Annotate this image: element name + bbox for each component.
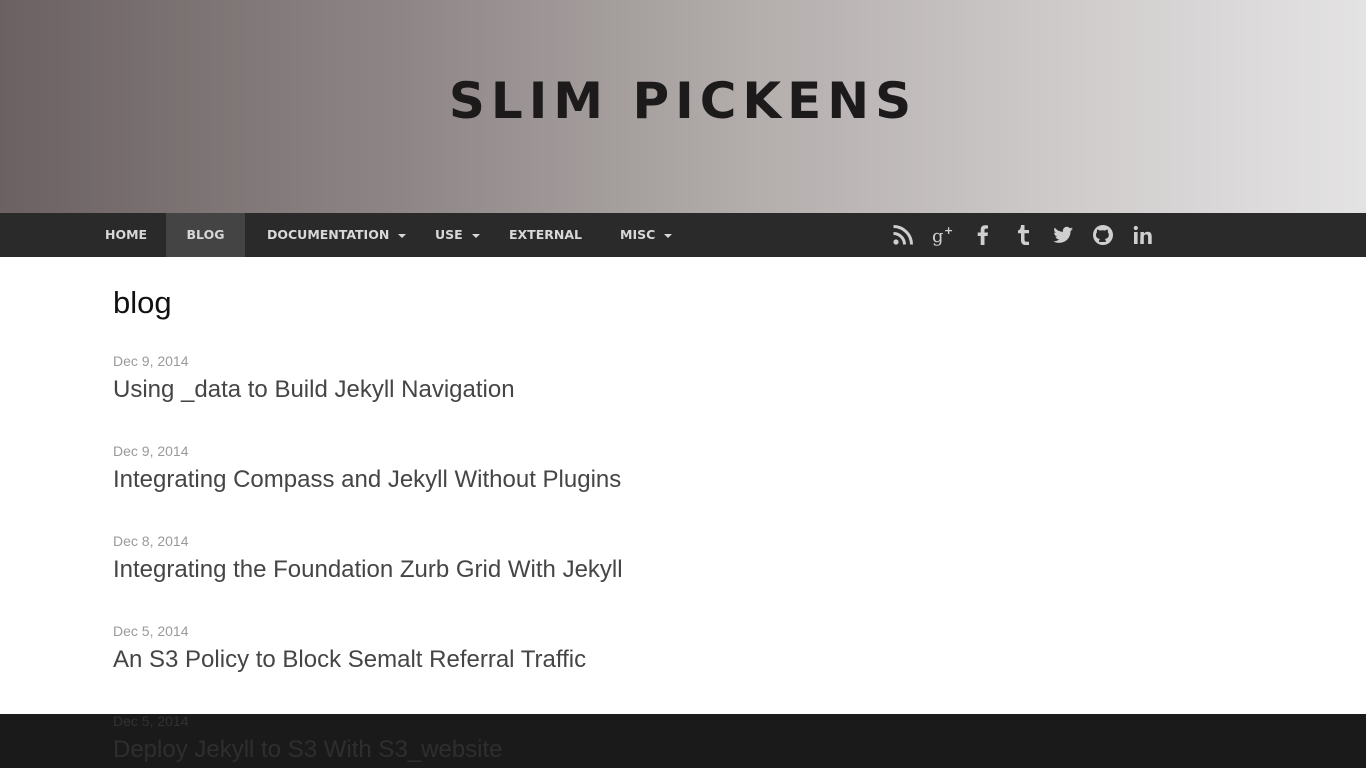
chevron-down-icon — [471, 233, 480, 238]
nav-external[interactable]: EXTERNAL — [509, 213, 582, 257]
linkedin-icon[interactable] — [1130, 222, 1156, 248]
nav-home[interactable]: HOME — [105, 213, 147, 257]
post-date: Dec 8, 2014 — [113, 533, 189, 549]
facebook-icon[interactable] — [970, 222, 996, 248]
rss-icon[interactable] — [890, 222, 916, 248]
nav-misc[interactable]: MISC — [620, 213, 673, 257]
nav-use-label: USE — [435, 227, 463, 242]
nav-documentation-label: DOCUMENTATION — [267, 227, 390, 242]
chevron-down-icon — [664, 233, 673, 238]
twitter-icon[interactable] — [1050, 222, 1076, 248]
post-date: Dec 9, 2014 — [113, 353, 189, 369]
post-date: Dec 9, 2014 — [113, 443, 189, 459]
post-link[interactable]: Deploy Jekyll to S3 With S3_website — [113, 736, 503, 764]
tumblr-icon[interactable] — [1010, 222, 1036, 248]
main-navbar: HOME BLOG DOCUMENTATION USE EXTERNAL MIS… — [0, 213, 1366, 257]
chevron-down-icon — [398, 233, 407, 238]
nav-blog[interactable]: BLOG — [166, 213, 245, 257]
post-link[interactable]: Integrating Compass and Jekyll Without P… — [113, 466, 621, 494]
google-plus-icon[interactable]: g + — [930, 222, 956, 248]
nav-documentation[interactable]: DOCUMENTATION — [267, 213, 407, 257]
nav-misc-label: MISC — [620, 227, 656, 242]
post-link[interactable]: Integrating the Foundation Zurb Grid Wit… — [113, 556, 623, 584]
post-date: Dec 5, 2014 — [113, 713, 189, 729]
svg-text:+: + — [944, 224, 953, 237]
page-title: blog — [113, 285, 172, 320]
site-title[interactable]: SLIM PICKENS — [0, 72, 1366, 130]
github-icon[interactable] — [1090, 222, 1116, 248]
post-link[interactable]: An S3 Policy to Block Semalt Referral Tr… — [113, 646, 586, 674]
svg-text:g: g — [932, 226, 944, 247]
post-link[interactable]: Using _data to Build Jekyll Navigation — [113, 376, 515, 404]
nav-use[interactable]: USE — [435, 213, 480, 257]
post-date: Dec 5, 2014 — [113, 623, 189, 639]
